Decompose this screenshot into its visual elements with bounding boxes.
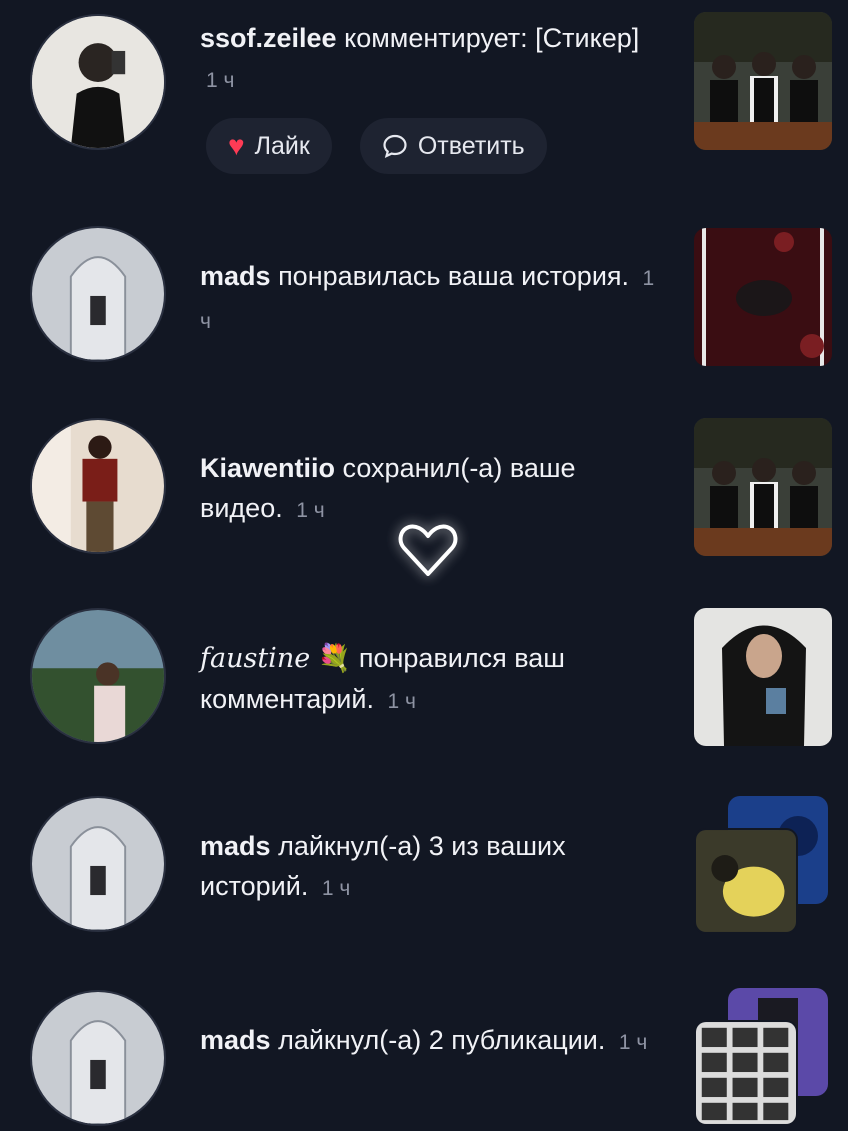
post-stack-thumbnail[interactable] — [694, 988, 834, 1128]
username[interactable]: Kiawentiio — [200, 453, 335, 483]
notification-text: mads лайкнул(-а) 3 из ваших историй. 1 ч — [200, 826, 660, 909]
notification-text: ssof.zeilee комментирует: [Стикер] 1 ч — [200, 18, 660, 101]
story-thumbnail-front — [694, 828, 798, 934]
emoji: 💐 — [317, 643, 352, 673]
story-thumbnail[interactable] — [694, 228, 832, 366]
avatar[interactable] — [30, 796, 166, 932]
story-stack-thumbnail[interactable] — [694, 796, 834, 936]
avatar[interactable] — [30, 608, 166, 744]
timestamp: 1 ч — [387, 690, 416, 713]
timestamp: 1 ч — [296, 499, 325, 522]
avatar[interactable] — [30, 226, 166, 362]
speech-bubble-icon — [383, 134, 407, 159]
username[interactable]: mads — [200, 1025, 271, 1055]
avatar[interactable] — [30, 14, 166, 150]
post-thumbnail[interactable] — [694, 608, 832, 746]
action-text: лайкнул(-а) 2 публикации. — [278, 1025, 606, 1055]
heart-icon: ♥ — [228, 130, 245, 161]
timestamp: 1 ч — [321, 877, 351, 900]
avatar[interactable] — [30, 990, 166, 1126]
username[interactable]: mads — [200, 831, 271, 861]
username[interactable]: ssof.zeilee — [200, 23, 337, 53]
notification-text: mads понравилась ваша история. 1 ч — [200, 256, 660, 342]
reply-label: Ответить — [417, 131, 525, 160]
video-thumbnail[interactable] — [694, 418, 832, 556]
heart-outline-icon — [398, 524, 458, 576]
timestamp: 1 ч — [206, 69, 235, 92]
comment-actions: ♥ Лайк Ответить — [206, 118, 547, 174]
action-text: комментирует: [Стикер] — [344, 23, 640, 53]
post-thumbnail[interactable] — [694, 12, 832, 150]
notification-text: mads лайкнул(-а) 2 публикации. 1 ч — [200, 1020, 660, 1063]
like-label: Лайк — [254, 131, 310, 160]
notification-text: faustine 💐 понравился ваш комментарий. 1… — [200, 638, 660, 722]
post-thumbnail-front — [694, 1020, 798, 1126]
action-text: понравилась ваша история. — [278, 261, 630, 291]
timestamp: 1 ч — [618, 1031, 648, 1054]
reply-button[interactable]: Ответить — [359, 118, 547, 174]
username[interactable]: mads — [200, 261, 271, 291]
username[interactable]: faustine — [200, 643, 310, 674]
avatar[interactable] — [30, 418, 166, 554]
like-button[interactable]: ♥ Лайк — [206, 118, 332, 174]
